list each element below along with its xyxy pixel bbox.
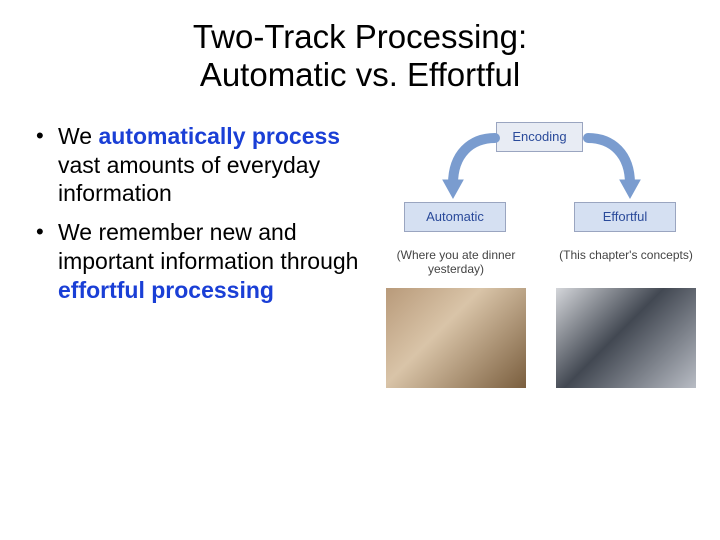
bullet-list: We automatically process vast amounts of… <box>30 122 366 315</box>
caption-effortful: (This chapter's concepts) <box>556 248 696 262</box>
title-line-1: Two-Track Processing: <box>193 18 527 55</box>
slide: Two-Track Processing: Automatic vs. Effo… <box>0 0 720 540</box>
bullet1-lead: We <box>58 123 98 149</box>
content-row: We automatically process vast amounts of… <box>30 122 690 315</box>
title-line-2: Automatic vs. Effortful <box>200 56 520 93</box>
bullet1-bold: automatically process <box>98 123 340 149</box>
bullet2-lead: We remember new and important informatio… <box>58 219 358 274</box>
encoding-box: Encoding <box>496 122 583 152</box>
bullet-item-2: We remember new and important informatio… <box>36 218 366 304</box>
effortful-box: Effortful <box>574 202 676 232</box>
photo-study <box>556 288 696 388</box>
diagram-column: Encoding Automatic Effortful (Where you … <box>376 122 690 315</box>
arrow-left-icon <box>431 126 501 204</box>
bullet2-bold: effortful processing <box>58 277 274 303</box>
photo-dinner <box>386 288 526 388</box>
caption-automatic: (Where you ate dinner yesterday) <box>386 248 526 277</box>
automatic-box: Automatic <box>404 202 506 232</box>
bullet-item-1: We automatically process vast amounts of… <box>36 122 366 208</box>
bullet1-rest: vast amounts of everyday information <box>58 152 320 207</box>
slide-title: Two-Track Processing: Automatic vs. Effo… <box>30 18 690 94</box>
arrow-right-icon <box>582 126 652 204</box>
